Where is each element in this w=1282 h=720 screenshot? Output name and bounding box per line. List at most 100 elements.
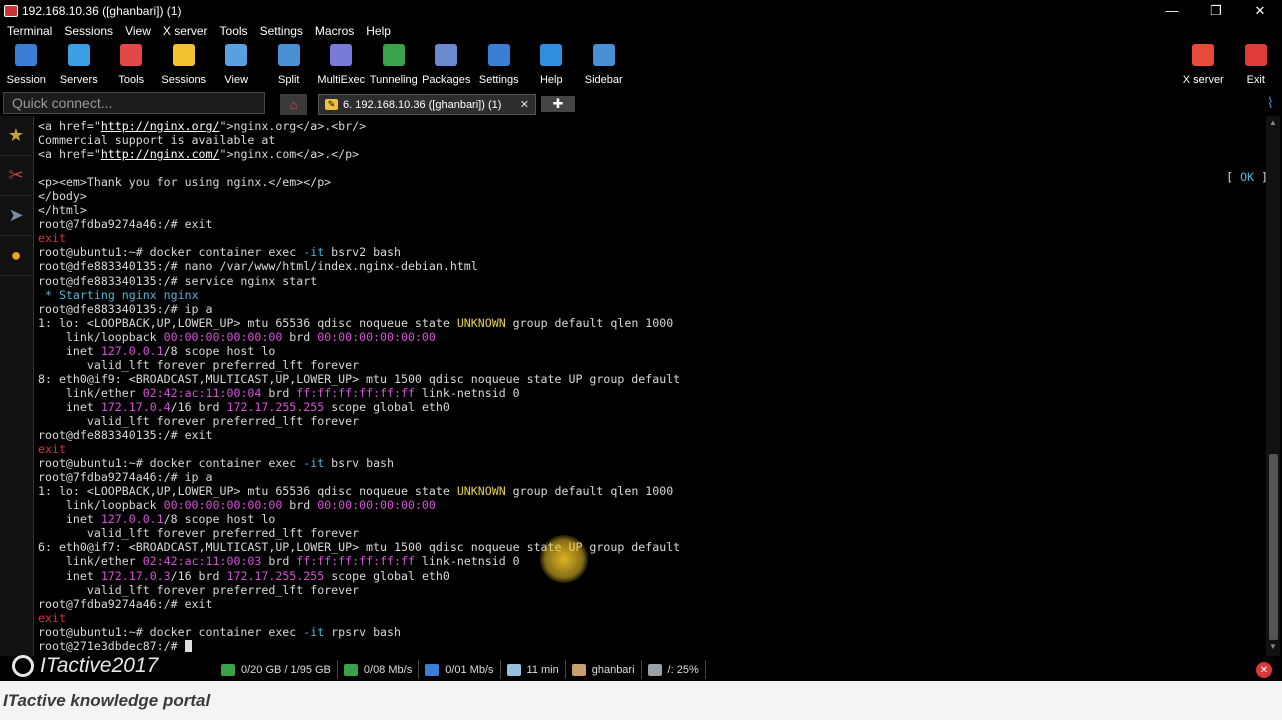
view-icon [225, 44, 248, 66]
tunneling-toolbar-button[interactable]: Tunneling [368, 40, 421, 90]
paperclip-icon[interactable]: ⌇ [1267, 94, 1274, 112]
terminal-line: root@7fdba9274a46:/# exit [38, 217, 1265, 231]
toolbar-label: Help [539, 74, 563, 86]
session-toolbar-button[interactable]: Session [0, 40, 53, 90]
minimize-button[interactable]: — [1150, 0, 1194, 21]
terminal-text: -it [303, 245, 325, 260]
terminal-line: <p><em>Thank you for using nginx.</em></… [38, 175, 1265, 189]
ok-status: [ OK ] [1226, 170, 1268, 184]
terminal-text: root@271e3dbdec87:/# [38, 638, 185, 653]
restore-button[interactable]: ❐ [1194, 0, 1238, 21]
terminal-text: scope global eth0 [324, 399, 450, 414]
footer-text: ITactive knowledge portal [3, 690, 211, 710]
terminal-text: scope global eth0 [324, 568, 450, 583]
terminal-text: link-netnsid 0 [414, 385, 520, 400]
status-close-icon[interactable]: ✕ [1256, 662, 1272, 678]
sidebar-tools-button[interactable]: ✂ [0, 156, 32, 196]
terminal-text: http://nginx.org/ [100, 119, 220, 133]
sidebar-sftp-button[interactable]: ➤ [0, 196, 32, 236]
packages-toolbar-button[interactable]: Packages [420, 40, 473, 90]
terminal-text: UNKNOWN [456, 484, 506, 499]
exit-toolbar-button[interactable]: Exit [1230, 40, 1282, 90]
help-toolbar-button[interactable]: Help [525, 40, 578, 90]
terminal-line: root@dfe883340135:/# nano /var/www/html/… [38, 259, 1265, 273]
menu-settings[interactable]: Settings [256, 24, 311, 38]
terminal-line: 1: lo: <LOOPBACK,UP,LOWER_UP> mtu 65536 … [38, 484, 1265, 498]
send-icon: ➤ [8, 205, 24, 225]
watermark-text: ITactive2017 [40, 654, 159, 677]
mobaxterm-app-icon [4, 4, 18, 17]
scroll-down-icon[interactable]: ▼ [1266, 642, 1280, 654]
terminal-line: link/loopback 00:00:00:00:00:00 brd 00:0… [38, 498, 1265, 512]
menu-terminal[interactable]: Terminal [3, 24, 60, 38]
window-title: 192.168.10.36 ([ghanbari]) (1) [22, 3, 182, 18]
terminal-text: Starting nginx nginx [58, 287, 199, 302]
scroll-up-icon[interactable]: ▲ [1266, 118, 1280, 130]
toolbar-label: Servers [59, 74, 98, 86]
terminal-line: inet 172.17.0.4/16 brd 172.17.255.255 sc… [38, 400, 1265, 414]
tab-bar: Quick connect... ⌂ ✎ 6. 192.168.10.36 ([… [0, 91, 1282, 116]
split-toolbar-button[interactable]: Split [263, 40, 316, 90]
terminal-scrollbar[interactable]: ▲ ▼ [1266, 116, 1280, 656]
scrollbar-thumb[interactable] [1269, 454, 1278, 640]
tools-icon: ✂ [8, 165, 24, 185]
menu-view[interactable]: View [121, 24, 159, 38]
terminal-text: ">nginx.com</a>.</p> [219, 147, 360, 162]
window-controls: — ❐ ✕ [1150, 0, 1282, 21]
new-tab-button[interactable]: ✚ [541, 96, 575, 112]
session-tab[interactable]: ✎ 6. 192.168.10.36 ([ghanbari]) (1) ✕ [318, 94, 536, 115]
close-button[interactable]: ✕ [1238, 0, 1282, 21]
terminal-line: valid_lft forever preferred_lft forever [38, 414, 1265, 428]
session-tab-label: 6. 192.168.10.36 ([ghanbari]) (1) [343, 98, 502, 111]
quick-connect-input[interactable]: Quick connect... [3, 92, 265, 114]
left-sidebar: ★ ✂ ➤ ● [0, 116, 34, 656]
terminal-text: valid_lft forever preferred_lft forever [38, 357, 360, 372]
status-item: ghanbari [566, 660, 642, 679]
multiexec-toolbar-button[interactable]: MultiExec [315, 40, 368, 90]
toolbar-label: Tools [118, 74, 145, 86]
terminal-text: root@ubuntu1:~# docker container exec [38, 624, 304, 639]
terminal-text: 172.17.0.3 [100, 568, 171, 583]
terminal-line: inet 127.0.0.1/8 scope host lo [38, 344, 1265, 358]
menu-sessions[interactable]: Sessions [60, 24, 121, 38]
terminal-output[interactable]: <a href="http://nginx.org/">nginx.org</a… [35, 116, 1265, 656]
download-icon [425, 663, 440, 676]
terminal-text: http://nginx.com/ [100, 147, 220, 162]
terminal-text: Commercial support is available at [38, 133, 276, 148]
terminal-text: inet [38, 568, 101, 583]
terminal-text: 127.0.0.1 [100, 512, 164, 527]
tunneling-icon [382, 44, 405, 66]
status-text: 0/20 GB / 1/95 GB [241, 663, 331, 676]
sidebar-toolbar-button[interactable]: Sidebar [578, 40, 631, 90]
terminal-line: link/ether 02:42:ac:11:00:03 brd ff:ff:f… [38, 554, 1265, 568]
terminal-text: <p><em>Thank you for using nginx.</em></… [38, 175, 332, 190]
toolbar-label: MultiExec [317, 74, 366, 86]
terminal-text: link-netnsid 0 [414, 554, 520, 569]
terminal-text: root@dfe883340135:/# ip a [38, 301, 213, 316]
terminal-text: 172.17.255.255 [226, 568, 325, 583]
servers-toolbar-button[interactable]: Servers [53, 40, 106, 90]
status-text: /: 25% [667, 663, 699, 676]
home-tab[interactable]: ⌂ [280, 94, 307, 115]
terminal-text: exit [38, 231, 66, 246]
sessions-toolbar-button[interactable]: Sessions [158, 40, 211, 90]
terminal-text: 00:00:00:00:00:00 [163, 329, 283, 344]
settings-toolbar-button[interactable]: Settings [473, 40, 526, 90]
terminal-line: inet 127.0.0.1/8 scope host lo [38, 512, 1265, 526]
sidebar-macros-button[interactable]: ● [0, 236, 32, 276]
x-server-toolbar-button[interactable]: X server [1177, 40, 1230, 90]
sidebar-sessions-button[interactable]: ★ [0, 116, 32, 156]
menu-tools[interactable]: Tools [216, 24, 256, 38]
tab-close-icon[interactable]: ✕ [520, 98, 529, 111]
status-item: 0/20 GB / 1/95 GB [215, 660, 338, 679]
menu-macros[interactable]: Macros [311, 24, 362, 38]
view-toolbar-button[interactable]: View [210, 40, 263, 90]
terminal-text: <a href=" [38, 119, 101, 133]
menu-x-server[interactable]: X server [159, 24, 216, 38]
main-toolbar: Session Servers Tools Sessions View Split Mult… [0, 40, 1282, 90]
gear-icon [12, 655, 34, 677]
footer-band: ITactive knowledge portal [0, 681, 1282, 720]
tools-toolbar-button[interactable]: Tools [105, 40, 158, 90]
menu-help[interactable]: Help [362, 24, 399, 38]
